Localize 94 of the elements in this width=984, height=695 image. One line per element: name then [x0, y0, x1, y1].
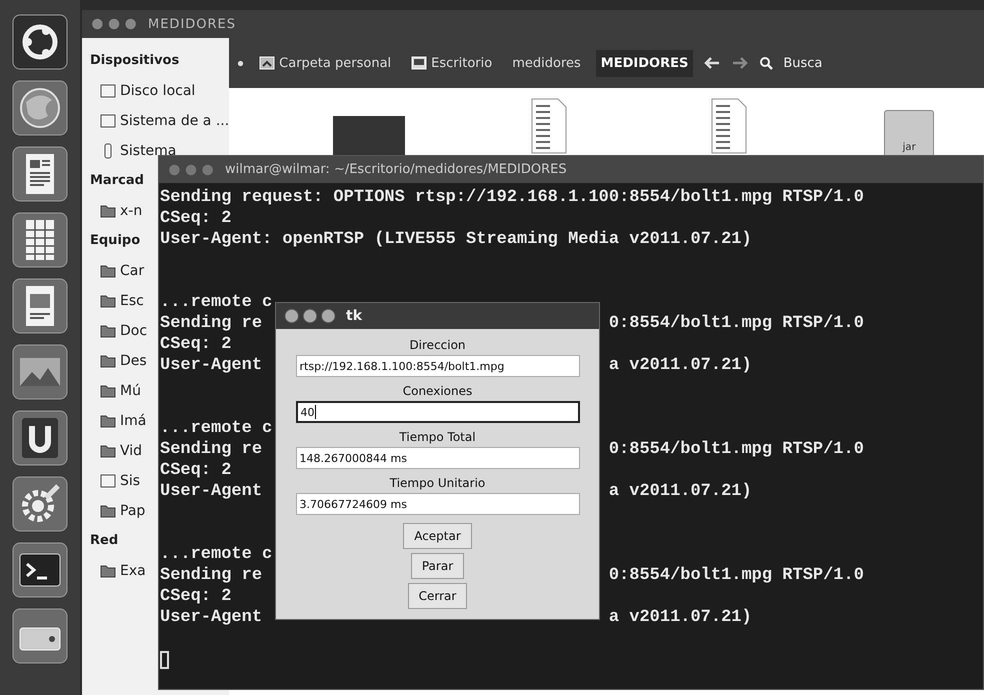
sidebar-item[interactable]: Imá [120, 413, 146, 429]
breadcrumb-button[interactable]: medidores [507, 50, 586, 76]
terminal-line: a v2011.07.21) [608, 356, 752, 375]
breadcrumb-button[interactable]: Carpeta personal [254, 50, 396, 76]
sidebar-heading: Dispositivos [90, 52, 180, 70]
back-arrow-icon[interactable] [703, 56, 722, 70]
sidebar-item[interactable]: Esc [120, 293, 144, 309]
terminal-line: Sending request: OPTIONS rtsp://192.168.1.100:8554/bolt1.mpg RTSP/1.0 [160, 188, 864, 207]
folder-icon [100, 563, 116, 579]
input-field[interactable]: rtsp://192.168.1.100:8554/bolt1.mpg [296, 355, 580, 377]
image-icon[interactable] [12, 344, 68, 400]
folder-icon [100, 293, 116, 309]
terminal-line: 0:8554/bolt1.mpg RTSP/1.0 [608, 566, 864, 585]
search-label[interactable]: Busca [783, 56, 822, 70]
window-title: wilmar@wilmar: ~/Escritorio/medidores/MEDIDORES [225, 162, 567, 177]
terminal-line: ...remote c [160, 293, 272, 312]
input-field[interactable]: 148.267000844 ms [296, 447, 580, 469]
terminal-line: Sending re [160, 440, 262, 459]
folder-icon [100, 503, 116, 519]
forward-arrow-icon[interactable] [731, 56, 750, 70]
spreadsheet-icon[interactable] [12, 212, 68, 268]
sidebar-item[interactable]: Sis [120, 473, 140, 489]
terminal-line: ...remote c [160, 545, 272, 564]
sidebar-heading: Equipo [90, 232, 140, 250]
window-controls-icon[interactable] [284, 308, 336, 324]
folder-icon [100, 353, 116, 369]
sidebar-item[interactable]: Vid [120, 443, 142, 459]
folder-icon [100, 203, 116, 219]
field-label: Tiempo Unitario [390, 475, 486, 492]
terminal-line: Sending re [160, 566, 262, 585]
sidebar-item[interactable]: Exa [120, 563, 146, 579]
sidebar-item[interactable]: Doc [120, 323, 148, 339]
dialog-button[interactable]: Cerrar [408, 583, 468, 609]
archive-file-icon[interactable]: jar [884, 110, 934, 158]
terminal-line: a v2011.07.21) [608, 482, 752, 501]
file-type-label: jar [902, 142, 916, 155]
sidebar-heading: Marcad [90, 172, 144, 190]
folder-icon [100, 383, 116, 399]
folder-icon [100, 263, 116, 279]
breadcrumb-button[interactable]: Escritorio [406, 50, 498, 76]
sidebar-item[interactable]: Mú [120, 383, 141, 399]
drive-icon [100, 83, 116, 99]
terminal-line: ...remote c [160, 419, 272, 438]
text-file-icon[interactable] [531, 98, 568, 154]
field-label: Direccion [409, 337, 466, 354]
window-title: MEDIDORES [148, 16, 236, 32]
folder-icon [100, 413, 116, 429]
terminal-line: CSeq: 2 [160, 461, 232, 480]
breadcrumb-button[interactable]: MEDIDORES [596, 50, 694, 76]
terminal-line: CSeq: 2 [160, 587, 232, 606]
terminal-line: User-Agent: openRTSP (LIVE555 Streaming Media v2011.07.21) [160, 230, 752, 249]
dialog-button[interactable]: Aceptar [403, 523, 472, 549]
bullet-icon [237, 60, 244, 66]
terminal-line: User-Agent [160, 482, 262, 501]
sidebar-item[interactable]: x-n [120, 203, 142, 219]
field-label: Conexiones [402, 383, 472, 400]
app-icon[interactable] [12, 410, 68, 466]
search-icon[interactable] [759, 56, 774, 70]
document-icon[interactable] [12, 146, 68, 202]
globe-icon[interactable] [12, 80, 68, 136]
terminal-line: User-Agent [160, 608, 262, 627]
sidebar-item[interactable]: Disco local [120, 83, 196, 99]
terminal-line: 0:8554/bolt1.mpg RTSP/1.0 [608, 314, 864, 333]
terminal-icon[interactable] [12, 542, 68, 598]
dialog-button[interactable]: Parar [410, 553, 464, 579]
circle-logo-icon[interactable] [12, 14, 68, 70]
window-controls-icon[interactable] [90, 17, 138, 31]
settings-icon[interactable] [12, 476, 68, 532]
text-file-icon[interactable] [711, 98, 748, 154]
field-label: Tiempo Total [399, 429, 476, 446]
sidebar-item[interactable]: Sistema de a ... [120, 113, 230, 129]
sidebar-item[interactable]: Des [120, 353, 147, 369]
terminal-line: Sending re [160, 314, 262, 333]
window-title: tk [346, 308, 362, 324]
terminal-line: User-Agent [160, 356, 262, 375]
sidebar-item[interactable]: Pap [120, 503, 146, 519]
terminal-cursor [160, 650, 169, 668]
input-field[interactable]: 40 [296, 401, 580, 423]
folder-icon [100, 443, 116, 459]
terminal-line: a v2011.07.21) [608, 608, 752, 627]
terminal-line: CSeq: 2 [160, 335, 232, 354]
sidebar-item[interactable]: Car [120, 263, 144, 279]
sidebar-item[interactable]: Sistema [120, 143, 176, 159]
drive-icon [100, 113, 116, 129]
presentation-icon[interactable] [12, 278, 68, 334]
input-field[interactable]: 3.70667724609 ms [296, 493, 580, 515]
desktop-icon [411, 56, 428, 70]
folder-icon [259, 56, 276, 70]
folder-icon [100, 323, 116, 339]
terminal-line: CSeq: 2 [160, 209, 232, 228]
drive-icon [100, 473, 116, 489]
drive-icon[interactable] [12, 608, 68, 664]
terminal-line: 0:8554/bolt1.mpg RTSP/1.0 [608, 440, 864, 459]
sidebar-heading: Red [90, 532, 118, 550]
